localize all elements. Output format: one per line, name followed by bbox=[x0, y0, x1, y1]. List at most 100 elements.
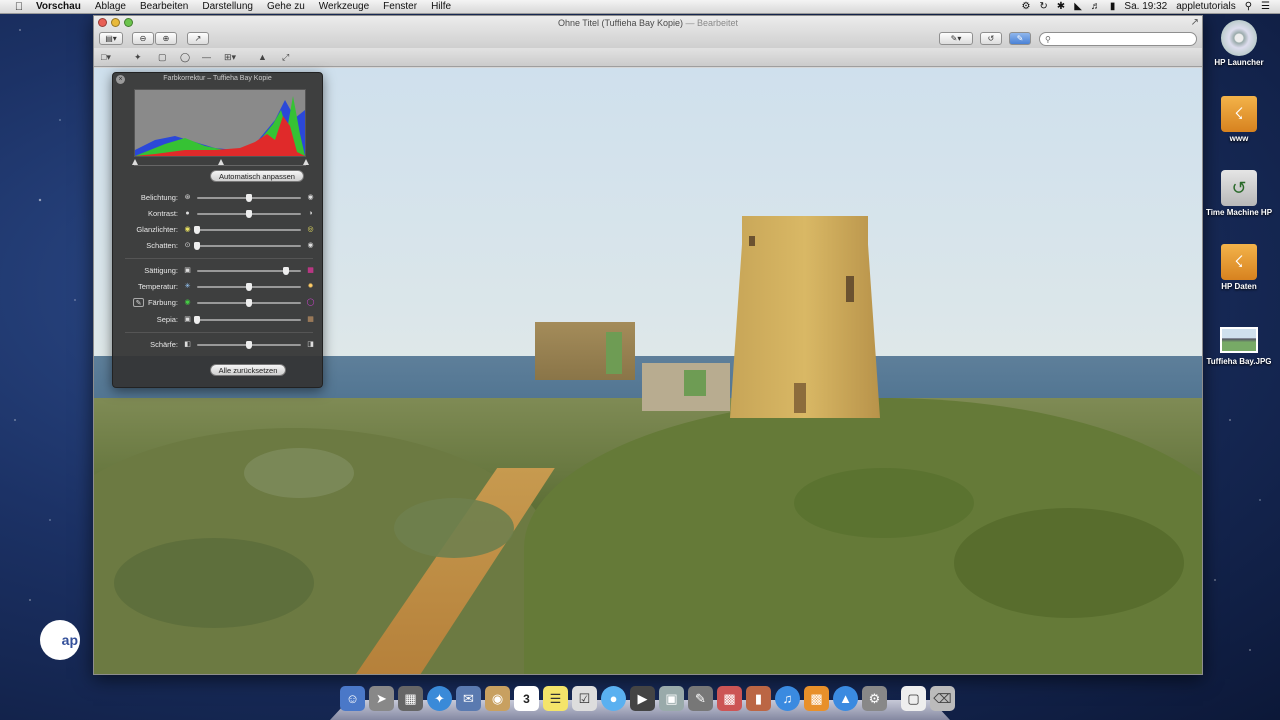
launchpad-icon[interactable]: ➤ bbox=[369, 686, 394, 711]
line-icon[interactable]: — bbox=[202, 52, 211, 62]
menu-app-name[interactable]: Vorschau bbox=[28, 1, 88, 12]
sharpness-slider[interactable] bbox=[197, 341, 301, 349]
midtone-handle[interactable] bbox=[218, 159, 224, 165]
eyedropper-icon[interactable]: ✎ bbox=[133, 298, 144, 307]
slider-knob[interactable] bbox=[194, 316, 200, 324]
crop-icon[interactable]: ⊞▾ bbox=[224, 52, 236, 63]
white-point-handle[interactable] bbox=[303, 159, 309, 165]
saturation-slider[interactable] bbox=[197, 267, 301, 275]
highlights-slider[interactable] bbox=[194, 226, 301, 234]
desktop-icon-label: Tuffieha Bay.JPG bbox=[1206, 357, 1272, 366]
status-area: ⚙ ↻ ✱ ◣ ♬ ▮ Sa. 19:32 appletutorials ⚲ ☰ bbox=[1021, 1, 1280, 12]
instant-alpha-icon[interactable]: ✦ bbox=[134, 52, 142, 63]
desktop-icon-hp-launcher[interactable]: HP Launcher bbox=[1203, 20, 1275, 68]
calendar-icon[interactable]: 3 bbox=[514, 686, 539, 711]
reminders-icon[interactable]: ☑ bbox=[572, 686, 597, 711]
time-machine-drive-icon: ↺ bbox=[1221, 170, 1257, 206]
sepia-slider[interactable] bbox=[194, 316, 301, 324]
finder-icon[interactable]: ☺ bbox=[340, 686, 365, 711]
shadows-slider[interactable] bbox=[194, 242, 301, 250]
highlights-high-icon: ◎ bbox=[307, 226, 314, 233]
zoom-in-button[interactable]: ⊕ bbox=[155, 32, 177, 45]
desktop-icon-label: HP Launcher bbox=[1214, 58, 1264, 67]
exposure-slider[interactable] bbox=[197, 194, 301, 202]
trash-icon[interactable]: ⌫ bbox=[930, 686, 955, 711]
time-machine-icon[interactable]: ↻ bbox=[1039, 1, 1047, 12]
contrast-slider[interactable] bbox=[197, 210, 301, 218]
wifi-icon[interactable]: ◣ bbox=[1074, 1, 1082, 12]
menu-ablage[interactable]: Ablage bbox=[88, 1, 133, 12]
itunes-icon[interactable]: ♫ bbox=[775, 686, 800, 711]
menubar-clock[interactable]: Sa. 19:32 bbox=[1124, 1, 1167, 12]
slider-knob[interactable] bbox=[194, 242, 200, 250]
ibooks-icon[interactable]: ▩ bbox=[804, 686, 829, 711]
volume-icon[interactable]: ♬ bbox=[1091, 1, 1101, 12]
oval-icon[interactable]: ◯ bbox=[180, 52, 190, 63]
photo-booth-icon[interactable]: ▩ bbox=[717, 686, 742, 711]
contacts-icon[interactable]: ◉ bbox=[485, 686, 510, 711]
saturation-high-icon: ▦ bbox=[307, 267, 314, 274]
rotate-button[interactable]: ↺ bbox=[980, 32, 1002, 45]
menu-bearbeiten[interactable]: Bearbeiten bbox=[133, 1, 195, 12]
fullscreen-icon[interactable]: ↗ bbox=[1191, 17, 1199, 28]
annotate-button[interactable]: ✎▾ bbox=[939, 32, 973, 45]
bluetooth-icon[interactable]: ✱ bbox=[1057, 1, 1065, 12]
watermark-text: ap bbox=[61, 632, 78, 648]
desktop-icon-time-machine[interactable]: ↺ Time Machine HP bbox=[1203, 170, 1275, 218]
reset-all-button[interactable]: Alle zurücksetzen bbox=[210, 364, 286, 376]
slider-knob[interactable] bbox=[246, 341, 252, 349]
slider-knob[interactable] bbox=[246, 210, 252, 218]
auto-adjust-button[interactable]: Automatisch anpassen bbox=[210, 170, 304, 182]
menu-gehe-zu[interactable]: Gehe zu bbox=[260, 1, 312, 12]
slider-knob[interactable] bbox=[246, 299, 252, 307]
contrast-high-icon: ◑ bbox=[308, 210, 313, 217]
apple-icon[interactable]:  bbox=[10, 1, 28, 13]
menu-fenster[interactable]: Fenster bbox=[376, 1, 424, 12]
search-input[interactable]: ⚲ bbox=[1039, 32, 1197, 46]
messages-icon[interactable]: ● bbox=[601, 686, 626, 711]
menu-hilfe[interactable]: Hilfe bbox=[424, 1, 458, 12]
mission-control-icon[interactable]: ▦ bbox=[398, 686, 423, 711]
photo-bush bbox=[954, 508, 1184, 618]
document-icon[interactable]: ▢ bbox=[901, 686, 926, 711]
adjust-color-icon[interactable]: ▲ bbox=[258, 52, 267, 62]
pencil-app-icon[interactable]: ✎ bbox=[688, 686, 713, 711]
menu-darstellung[interactable]: Darstellung bbox=[195, 1, 260, 12]
mail-icon[interactable]: ✉ bbox=[456, 686, 481, 711]
sync-icon[interactable]: ⚙ bbox=[1021, 1, 1030, 12]
photo-bush bbox=[394, 498, 514, 558]
sharpness-low-icon: ◧ bbox=[184, 341, 191, 348]
slider-knob[interactable] bbox=[194, 226, 200, 234]
zoom-in-icon: ⊕ bbox=[162, 34, 170, 43]
notification-center-icon[interactable]: ☰ bbox=[1261, 1, 1270, 12]
slider-knob[interactable] bbox=[246, 283, 252, 291]
menubar-user[interactable]: appletutorials bbox=[1176, 1, 1235, 12]
tint-slider[interactable] bbox=[197, 299, 301, 307]
app-store-icon[interactable]: ▲ bbox=[833, 686, 858, 711]
share-button[interactable]: ↗ bbox=[187, 32, 209, 45]
safari-icon[interactable]: ✦ bbox=[427, 686, 452, 711]
desktop-icon-jpg[interactable]: Tuffieha Bay.JPG bbox=[1203, 322, 1275, 367]
preview-icon[interactable]: ▣ bbox=[659, 686, 684, 711]
rectangle-icon[interactable]: ▢ bbox=[158, 52, 167, 63]
temperature-slider[interactable] bbox=[197, 283, 301, 291]
black-point-handle[interactable] bbox=[132, 159, 138, 165]
edit-toolbar-button[interactable]: ✎ bbox=[1009, 32, 1031, 45]
presentation-icon[interactable]: ▮ bbox=[746, 686, 771, 711]
zoom-out-button[interactable]: ⊖ bbox=[132, 32, 154, 45]
view-menu-button[interactable]: ▤▾ bbox=[99, 32, 123, 45]
system-preferences-icon[interactable]: ⚙ bbox=[862, 686, 887, 711]
notes-icon[interactable]: ☰ bbox=[543, 686, 568, 711]
slider-knob[interactable] bbox=[283, 267, 290, 275]
panel-divider bbox=[125, 332, 313, 333]
panel-divider bbox=[125, 258, 313, 259]
slider-knob[interactable] bbox=[246, 194, 252, 202]
adjust-size-icon[interactable]: ⤢ bbox=[282, 52, 289, 63]
spotlight-icon[interactable]: ⚲ bbox=[1245, 1, 1252, 12]
desktop-icon-hp-daten[interactable]: ☇ HP Daten bbox=[1203, 244, 1275, 292]
battery-icon[interactable]: ▮ bbox=[1110, 1, 1116, 12]
selection-tool-icon[interactable]: □▾ bbox=[101, 52, 111, 63]
desktop-icon-www[interactable]: ☇ www bbox=[1203, 96, 1275, 144]
menu-werkzeuge[interactable]: Werkzeuge bbox=[312, 1, 376, 12]
facetime-icon[interactable]: ▶ bbox=[630, 686, 655, 711]
